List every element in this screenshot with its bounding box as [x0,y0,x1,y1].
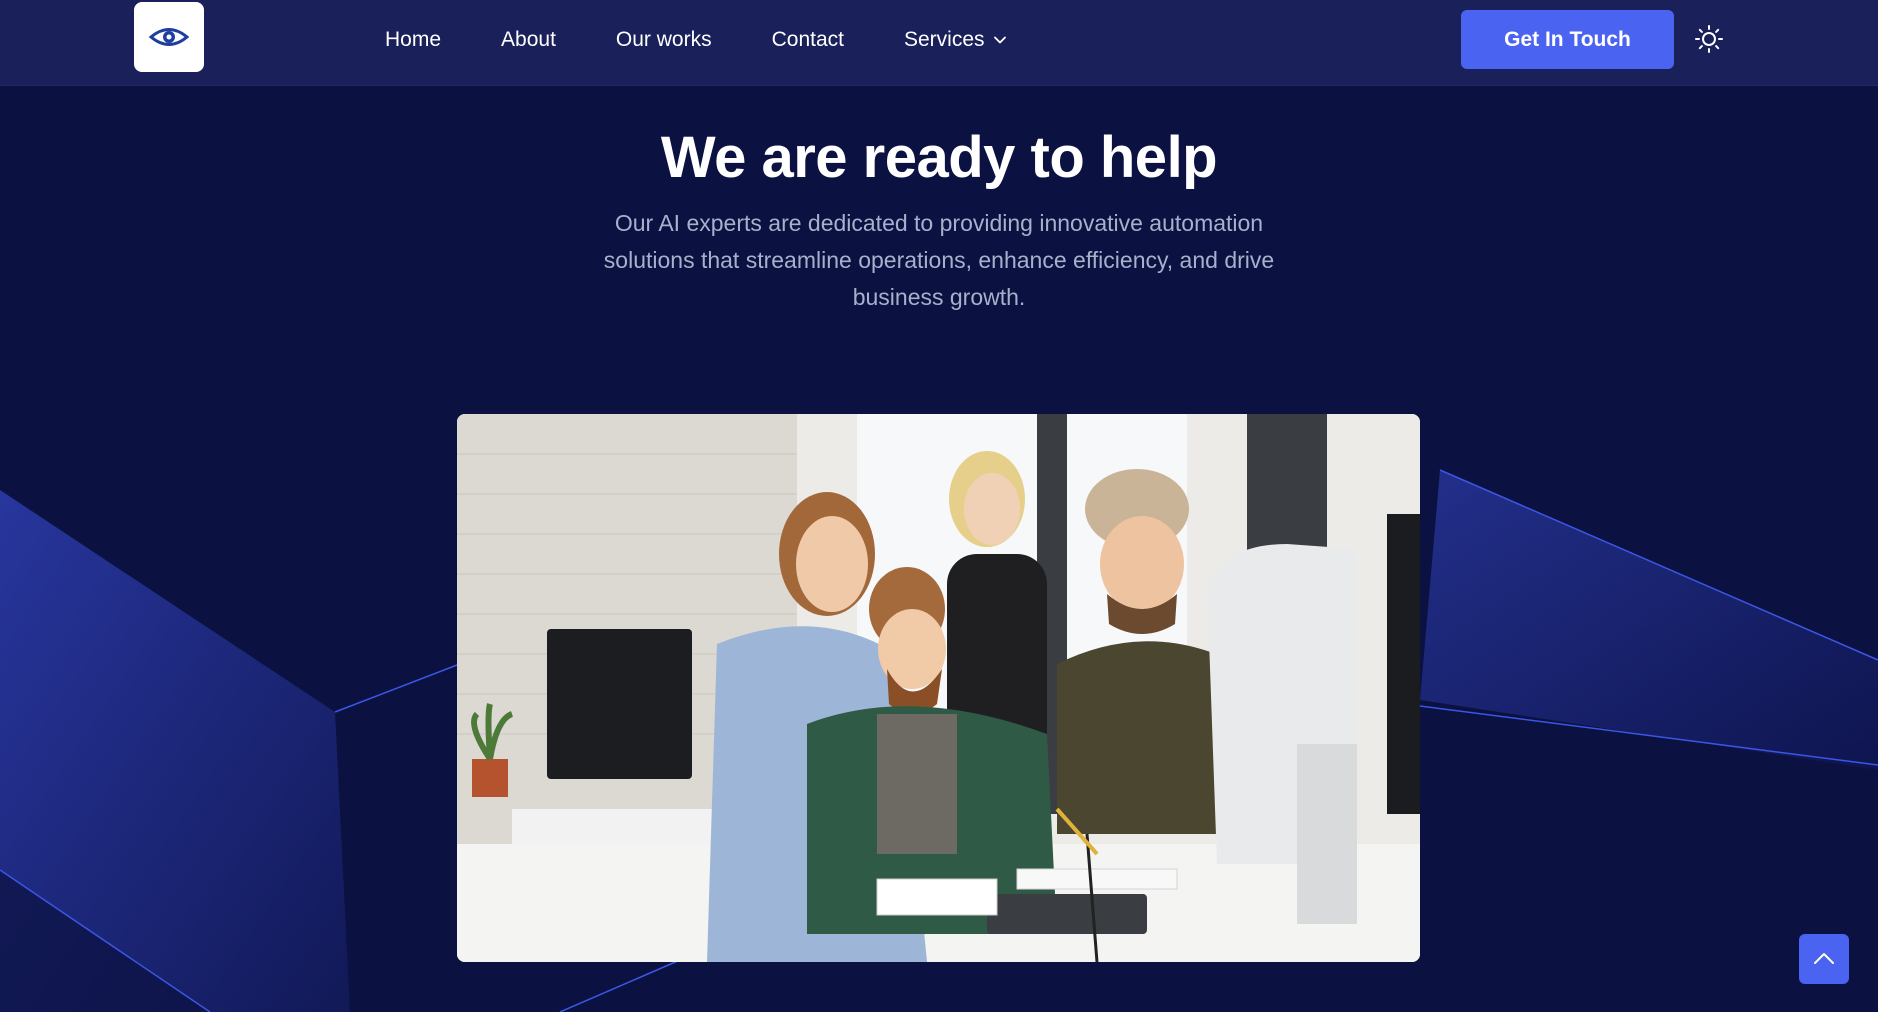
get-in-touch-label: Get In Touch [1504,27,1631,51]
hero-title: We are ready to help [660,125,1218,190]
sun-icon [1695,25,1723,53]
scroll-to-top-button[interactable] [1799,934,1849,984]
eye-logo-icon [149,28,189,46]
page: Home About Our works Contact Services Ge… [0,0,1878,1012]
nav-about[interactable]: About [501,28,556,52]
hero-subtitle: Our AI experts are dedicated to providin… [603,210,1275,310]
nav-home-label: Home [385,28,442,51]
theme-toggle-button[interactable] [1692,22,1726,56]
main-nav: Home About Our works Contact Services [385,0,1007,80]
nav-about-label: About [501,28,556,51]
nav-services-label: Services [903,28,985,51]
get-in-touch-button[interactable]: Get In Touch [1461,10,1674,69]
photo-illustration [457,414,1420,962]
site-header: Home About Our works Contact Services Ge… [0,0,1878,86]
nav-our-works[interactable]: Our works [616,28,712,52]
logo[interactable] [134,2,204,72]
nav-services-dropdown[interactable]: Services [904,28,1007,52]
nav-contact[interactable]: Contact [772,28,844,52]
nav-contact-label: Contact [771,28,844,51]
chevron-up-icon [1814,953,1834,964]
chevron-down-icon [993,36,1006,44]
team-at-computer-photo [457,414,1420,962]
nav-home[interactable]: Home [385,28,441,52]
nav-our-works-label: Our works [615,28,712,51]
